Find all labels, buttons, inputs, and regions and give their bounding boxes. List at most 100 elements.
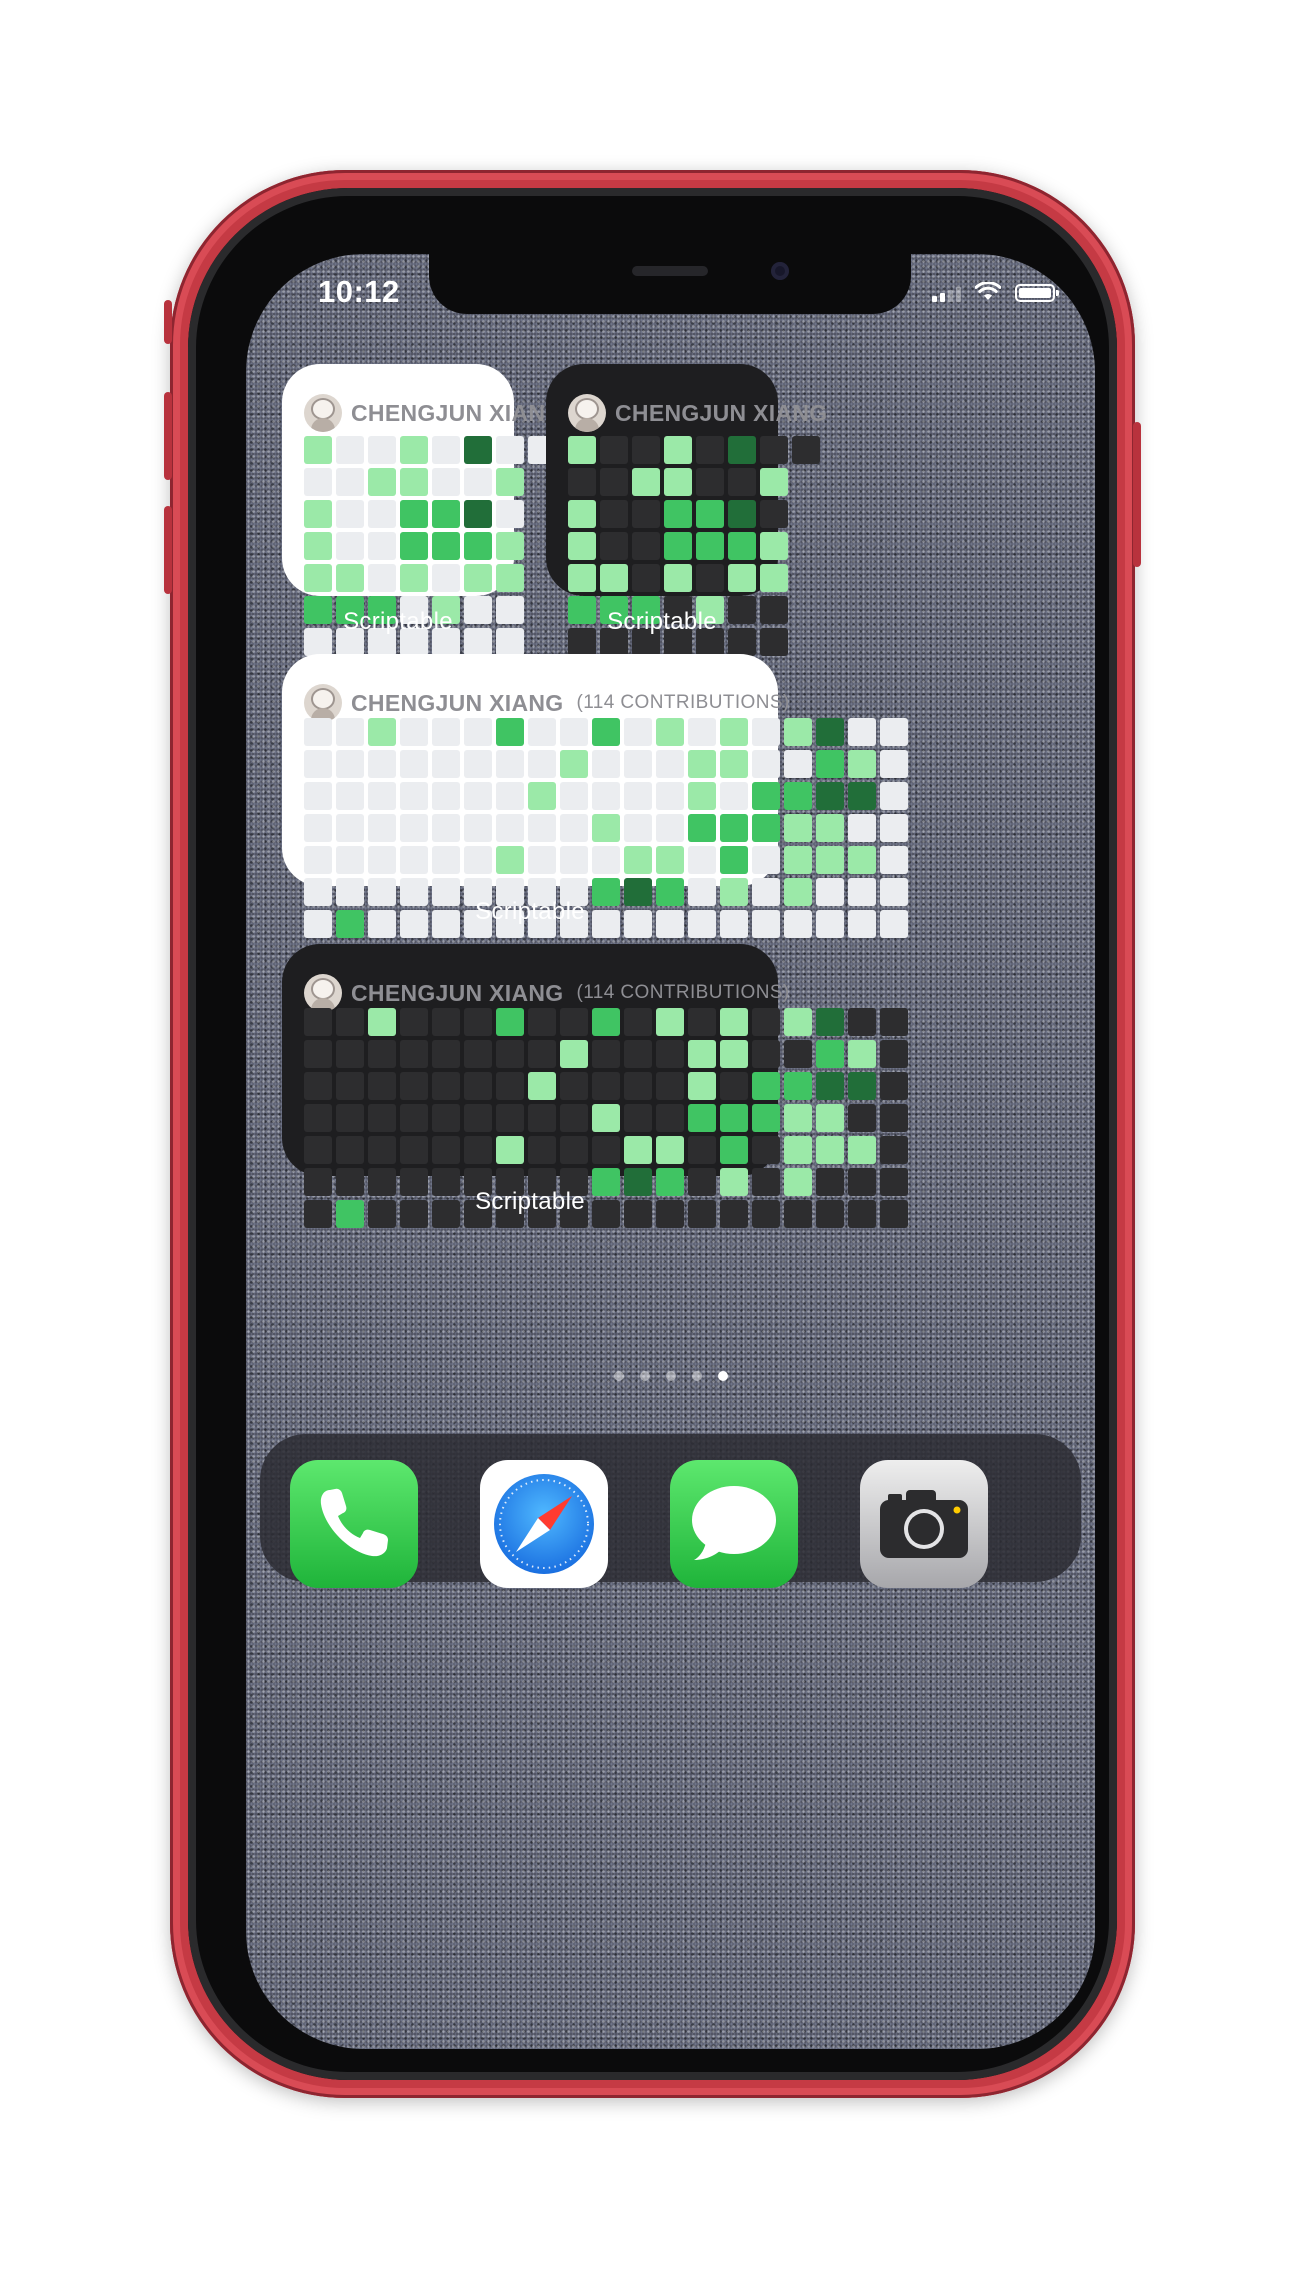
contribution-cell [304,1136,332,1164]
contribution-cell [632,500,660,528]
page-dot[interactable] [717,1371,728,1381]
contribution-cell [848,782,876,810]
contribution-cell [720,782,748,810]
small-light-widget[interactable]: CHENGJUN XIANG [282,364,563,656]
contribution-cell [368,1072,396,1100]
widget-label: Scriptable [475,898,585,925]
widget-header: CHENGJUN XIANG [568,394,828,432]
contribution-cell [568,532,596,560]
contribution-cell [432,1008,460,1036]
phone-app-icon[interactable] [290,1460,418,1588]
contribution-cell [368,846,396,874]
contribution-cell [464,564,492,592]
contribution-cell [696,436,724,464]
contribution-cell [432,436,460,464]
contribution-cell [752,718,780,746]
contribution-cell [624,1008,652,1036]
contribution-cell [624,782,652,810]
contribution-cell [632,436,660,464]
contribution-cell [624,718,652,746]
contribution-cell [560,814,588,842]
contribution-cell [464,1072,492,1100]
contribution-cell [728,468,756,496]
contribution-cell [432,1136,460,1164]
contribution-cell [432,564,460,592]
contribution-cell [464,532,492,560]
contribution-cell [304,782,332,810]
contribution-cell [760,564,788,592]
contribution-cell [336,1072,364,1100]
contribution-cell [656,718,684,746]
page-dot[interactable] [613,1371,624,1381]
contribution-cell [720,1072,748,1100]
contribution-cell [400,718,428,746]
contribution-cell [592,814,620,842]
contribution-cell [432,750,460,778]
contribution-cell [592,750,620,778]
contribution-cell [600,564,628,592]
contribution-cell [624,1136,652,1164]
messages-app-icon[interactable] [670,1460,798,1588]
page-dot[interactable] [639,1371,650,1381]
contribution-cell [720,1104,748,1132]
contribution-cell [592,1104,620,1132]
contribution-cell [752,1072,780,1100]
contribution-cell [784,1040,812,1068]
contribution-cell [592,1136,620,1164]
contribution-cell [560,1072,588,1100]
contribution-cell [400,1104,428,1132]
contribution-cell [784,1136,812,1164]
contribution-cell [752,750,780,778]
contribution-cell [528,1008,556,1036]
contribution-cell [496,1040,524,1068]
contribution-cell [880,718,908,746]
contribution-cell [600,532,628,560]
contribution-cell [664,468,692,496]
contribution-cell [400,750,428,778]
power-button [1133,422,1141,567]
contribution-cell [880,782,908,810]
contribution-cell [728,500,756,528]
contribution-cell [624,1072,652,1100]
dock [260,1434,1081,1588]
page-indicator[interactable] [246,1371,1095,1381]
contribution-cell [728,436,756,464]
contribution-cell [816,814,844,842]
medium-dark-widget[interactable]: CHENGJUN XIANG (114 CONTRIBUTIONS) [282,944,908,1228]
contribution-cell [688,1040,716,1068]
contribution-cell [848,1200,876,1228]
medium-light-widget[interactable]: CHENGJUN XIANG (114 CONTRIBUTIONS) [282,654,908,938]
contribution-cell [368,500,396,528]
battery-icon [1015,284,1059,302]
contribution-cell [432,718,460,746]
contribution-cell [632,564,660,592]
page-dot[interactable] [691,1371,702,1381]
contribution-cell [400,564,428,592]
contribution-cell [528,814,556,842]
contribution-cell [496,1008,524,1036]
contribution-cell [304,500,332,528]
contribution-cell [400,1072,428,1100]
contribution-cell [464,1104,492,1132]
contribution-cell [336,436,364,464]
contribution-cell [752,1040,780,1068]
contribution-cell [600,468,628,496]
widget-header: CHENGJUN XIANG (114 CONTRIBUTIONS) [304,684,790,722]
page-dot[interactable] [665,1371,676,1381]
contribution-cell [592,1008,620,1036]
contribution-cell [656,1104,684,1132]
camera-app-icon[interactable] [860,1460,988,1588]
small-dark-widget[interactable]: CHENGJUN XIANG [546,364,827,656]
contribution-cell [688,1008,716,1036]
notch [429,254,911,314]
safari-app-icon[interactable] [480,1460,608,1588]
contribution-cell [464,1040,492,1068]
contribution-cell [336,846,364,874]
contribution-cell [336,1104,364,1132]
contribution-cell [560,750,588,778]
contribution-cell [848,750,876,778]
contribution-cell [848,1072,876,1100]
contribution-cell [848,910,876,938]
phone-handset-icon [320,1488,388,1557]
contribution-cell [432,500,460,528]
